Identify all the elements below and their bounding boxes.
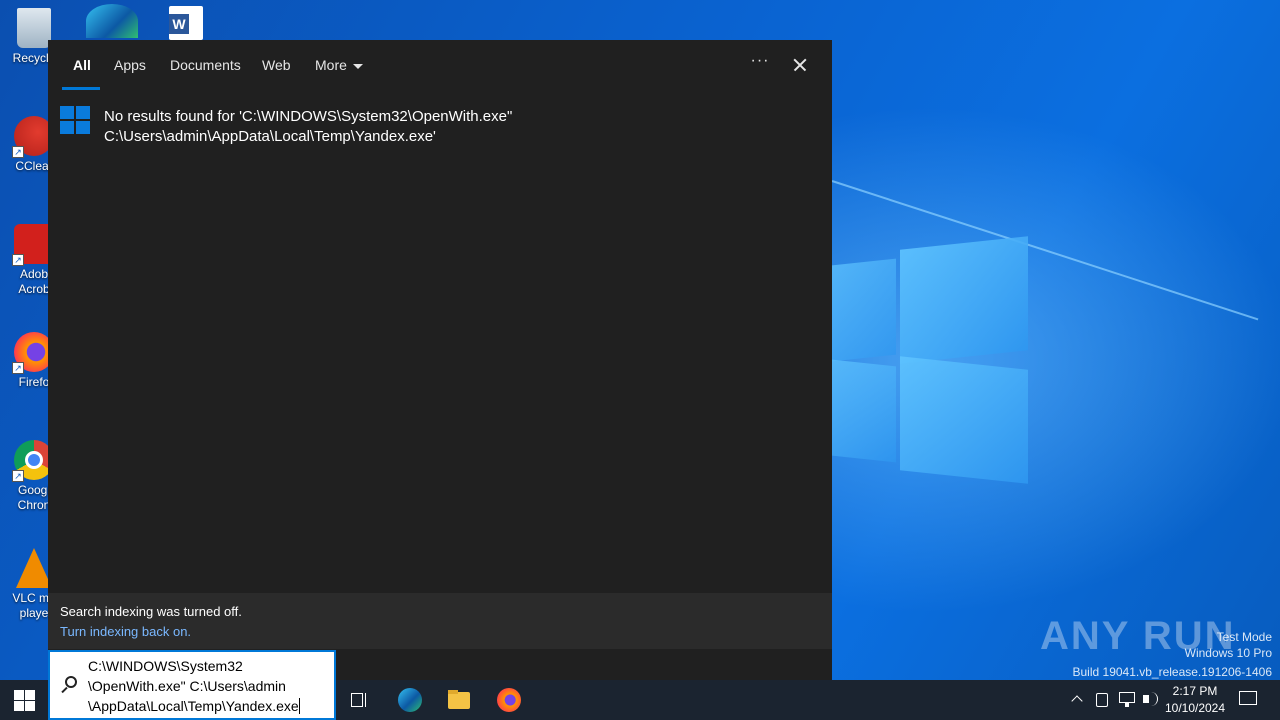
windows-logo-pane bbox=[832, 359, 896, 463]
windows-edition-label: Windows 10 Pro bbox=[1184, 646, 1272, 660]
windows-logo-pane bbox=[900, 356, 1028, 484]
windows-logo-pane bbox=[832, 258, 896, 362]
tab-web[interactable]: Web bbox=[262, 57, 291, 91]
chevron-down-icon bbox=[352, 63, 363, 69]
tab-all[interactable]: All bbox=[73, 57, 91, 91]
indexing-off-message: Search indexing was turned off. bbox=[60, 604, 242, 619]
search-tabs: All Apps Documents Web More ··· bbox=[48, 40, 832, 92]
active-tab-indicator bbox=[62, 87, 100, 90]
test-mode-label: Test Mode bbox=[1216, 630, 1272, 644]
desktop-icon-word-document[interactable]: W bbox=[156, 6, 216, 43]
tab-more[interactable]: More bbox=[315, 57, 363, 91]
shortcut-arrow-icon: ↗ bbox=[12, 146, 24, 158]
taskbar-search-box[interactable]: C:\WINDOWS\System32 \OpenWith.exe" C:\Us… bbox=[48, 650, 336, 720]
search-icon bbox=[60, 676, 78, 694]
close-button[interactable] bbox=[788, 53, 812, 77]
windows-logo-pane bbox=[900, 236, 1028, 364]
search-result-row: No results found for 'C:\WINDOWS\System3… bbox=[60, 106, 820, 154]
text-caret bbox=[298, 698, 300, 714]
no-results-message: No results found for 'C:\WINDOWS\System3… bbox=[104, 107, 512, 147]
tab-documents[interactable]: Documents bbox=[170, 57, 241, 91]
firefox-icon[interactable] bbox=[497, 688, 521, 712]
task-view-icon[interactable] bbox=[348, 688, 372, 712]
clock-date: 10/10/2024 bbox=[1164, 701, 1226, 715]
anyrun-watermark: ANY RUN Test Mode Windows 10 Pro Build 1… bbox=[1040, 610, 1276, 680]
edge-icon[interactable] bbox=[398, 688, 422, 712]
shortcut-arrow-icon: ↗ bbox=[12, 470, 24, 482]
word-doc-icon: W bbox=[169, 6, 203, 40]
indexing-notice: Search indexing was turned off. Turn ind… bbox=[48, 593, 832, 649]
show-hidden-icons[interactable] bbox=[1070, 680, 1086, 720]
tab-apps[interactable]: Apps bbox=[114, 57, 146, 91]
clock-time: 2:17 PM bbox=[1172, 684, 1218, 698]
system-clock[interactable]: 2:17 PM 10/10/2024 bbox=[1158, 683, 1232, 717]
edge-icon bbox=[86, 4, 138, 38]
search-input[interactable]: C:\WINDOWS\System32 \OpenWith.exe" C:\Us… bbox=[88, 656, 334, 716]
network-icon[interactable] bbox=[1118, 680, 1136, 720]
no-results-line-2: C:\Users\admin\AppData\Local\Temp\Yandex… bbox=[104, 128, 436, 145]
file-explorer-icon[interactable] bbox=[447, 688, 471, 712]
turn-indexing-on-link[interactable]: Turn indexing back on. bbox=[60, 622, 820, 642]
device-icon[interactable] bbox=[1094, 680, 1110, 720]
windows-logo-icon bbox=[60, 106, 91, 136]
desktop-icon-edge[interactable] bbox=[82, 4, 142, 41]
search-panel: All Apps Documents Web More ··· No resul… bbox=[48, 40, 832, 680]
tab-more-label: More bbox=[315, 57, 347, 73]
build-label: Build 19041.vb_release.191206-1406 bbox=[1072, 665, 1273, 679]
search-input-value: C:\WINDOWS\System32 \OpenWith.exe" C:\Us… bbox=[88, 658, 299, 714]
shortcut-arrow-icon: ↗ bbox=[12, 254, 24, 266]
start-button[interactable] bbox=[12, 688, 36, 712]
shortcut-arrow-icon: ↗ bbox=[12, 362, 24, 374]
no-results-line-1: No results found for 'C:\WINDOWS\System3… bbox=[104, 108, 513, 125]
vlc-icon bbox=[16, 548, 52, 588]
recycle-bin-icon bbox=[17, 8, 51, 48]
more-options-icon[interactable]: ··· bbox=[748, 52, 772, 76]
notifications-icon[interactable] bbox=[1238, 680, 1258, 720]
